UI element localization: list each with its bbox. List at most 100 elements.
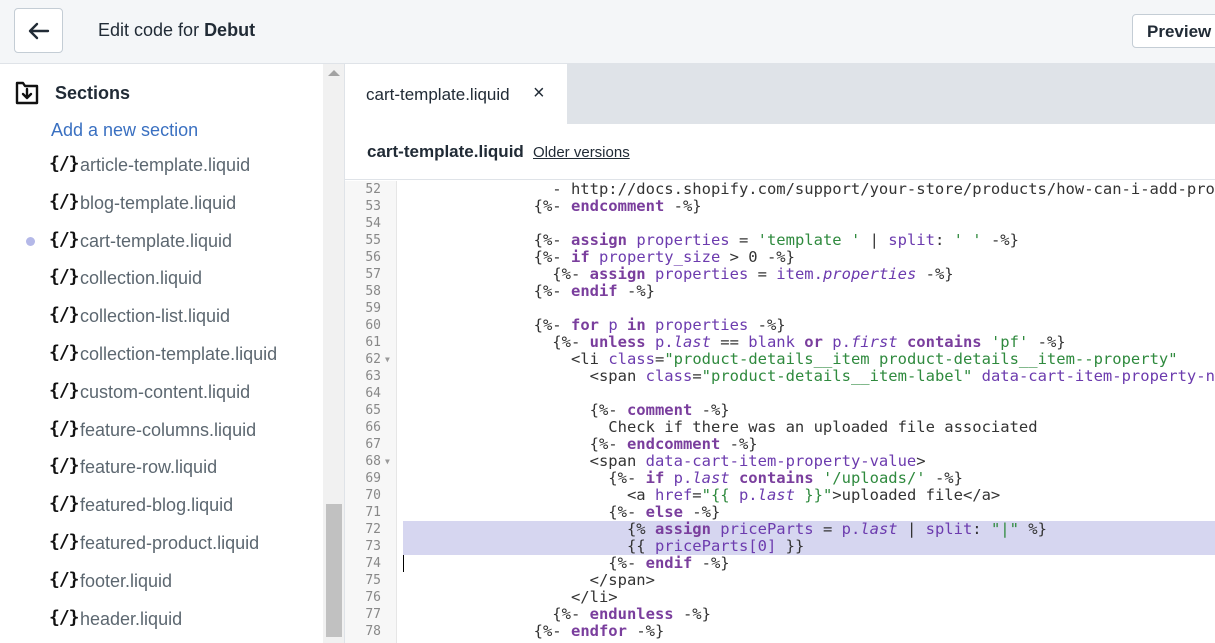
code-line[interactable]: 71 {%- else -%} [345,504,1215,521]
line-number: 73 [365,539,381,554]
code-line[interactable]: 65 {%- comment -%} [345,402,1215,419]
code-line[interactable]: 53 {%- endcomment -%} [345,198,1215,215]
code-line[interactable]: 59 [345,300,1215,317]
code-area[interactable]: 52 - http://docs.shopify.com/support/you… [345,181,1215,643]
code-text: - http://docs.shopify.com/support/your-s… [552,180,1215,198]
sidebar-file-item[interactable]: {/} footer.liquid [0,562,322,600]
active-file-dot-icon [26,236,35,246]
file-name-label: featured-product.liquid [80,532,260,553]
sidebar-file-item[interactable]: {/} cart-template.liquid [0,222,322,260]
code-file-icon: {/} [49,341,79,363]
file-name-label: feature-columns.liquid [80,419,257,440]
code-text: {%- comment -%} [403,401,730,419]
sidebar-file-item[interactable]: {/} featured-blog.liquid [0,486,322,524]
code-line[interactable]: 64 [345,385,1215,402]
file-name-label: header.liquid [80,608,183,629]
line-number: 63 [365,369,381,384]
code-text: </span> [403,571,655,589]
code-line[interactable]: 66 Check if there was an uploaded file a… [345,419,1215,436]
code-line[interactable]: 72 {% assign priceParts = p.last | split… [345,521,1215,538]
sidebar-file-item[interactable]: {/} collection-template.liquid [0,335,322,373]
code-text: <li class="product-details__item product… [403,350,1178,368]
file-name: cart-template.liquid [367,142,524,161]
code-line[interactable]: 77 {%- endunless -%} [345,606,1215,623]
scrollbar-thumb[interactable] [326,504,342,637]
file-name-label: blog-template.liquid [80,192,237,213]
sidebar-file-item[interactable]: {/} header.liquid [0,600,322,638]
code-text: {%- assign properties = item.properties … [403,265,954,283]
text-cursor [403,555,404,572]
sidebar-file-item[interactable]: {/} feature-columns.liquid [0,411,322,449]
tab-cart-template[interactable]: cart-template.liquid × [345,64,567,124]
code-file-icon: {/} [49,190,79,212]
code-line[interactable]: 60 {%- for p in properties -%} [345,317,1215,334]
code-text: {%- endunless -%} [403,605,711,623]
code-line[interactable]: 67 {%- endcomment -%} [345,436,1215,453]
code-line[interactable]: 54 [345,215,1215,232]
file-name-label: feature-row.liquid [80,457,218,478]
fold-arrow-icon[interactable]: ▼ [385,453,390,470]
line-number: 68 [365,454,381,469]
code-line[interactable]: 76 </li> [345,589,1215,606]
code-line[interactable]: 73 {{ priceParts[0] }} [345,538,1215,555]
code-file-icon: {/} [49,606,79,628]
code-line[interactable]: 58 {%- endif -%} [345,283,1215,300]
code-line[interactable]: 78 {%- endfor -%} [345,623,1215,640]
line-number: 61 [365,335,381,350]
code-line[interactable]: 63 <span class="product-details__item-la… [345,368,1215,385]
code-line[interactable]: 75 </span> [345,572,1215,589]
code-file-icon: {/} [49,568,79,590]
line-number: 71 [365,505,381,520]
line-number: 56 [365,250,381,265]
line-number: 53 [365,199,381,214]
code-text: {%- else -%} [403,503,721,521]
code-text: <a href="{{ p.last }}">uploaded file</a> [403,486,1001,504]
file-name-label: custom-content.liquid [80,381,251,402]
file-name-label: collection-list.liquid [80,306,231,327]
file-name-label: cart-template.liquid [80,230,233,251]
add-new-section-link[interactable]: Add a new section [51,120,198,141]
page-title: Edit code for Debut [98,20,256,40]
code-line[interactable]: 74 {%- endif -%} [345,555,1215,572]
code-line[interactable]: 55 {%- assign properties = 'template ' |… [345,232,1215,249]
section-file-list: {/} article-template.liquid {/} blog-templa… [0,146,322,637]
code-text: {%- endif -%} [403,554,730,572]
sidebar-file-item[interactable]: {/} article-template.liquid [0,146,322,184]
code-text: {%- for p in properties -%} [403,316,786,334]
code-text: {%- if p.last contains '/uploads/' -%} [403,469,963,487]
sidebar-file-item[interactable]: {/} blog-template.liquid [0,184,322,222]
scroll-up-arrow-icon[interactable] [328,70,340,76]
older-versions-link[interactable]: Older versions [533,144,630,161]
line-number: 59 [365,301,381,316]
code-line[interactable]: 69 {%- if p.last contains '/uploads/' -%… [345,470,1215,487]
code-line[interactable]: 62 ▼ <li class="product-details__item pro… [345,351,1215,368]
file-name-label: collection-template.liquid [80,343,278,364]
code-line[interactable]: 52 - http://docs.shopify.com/support/you… [345,181,1215,198]
code-line[interactable]: 56 {%- if property_size > 0 -%} [345,249,1215,266]
theme-name: Debut [204,20,256,40]
preview-button[interactable]: Preview [1132,14,1215,48]
back-button[interactable] [14,8,63,53]
code-line[interactable]: 61 {%- unless p.last == blank or p.first… [345,334,1215,351]
line-number: 77 [365,607,381,622]
line-number: 69 [365,471,381,486]
top-bar: Edit code for Debut Preview [0,0,1215,64]
sections-folder-header[interactable]: Sections [14,80,130,106]
code-line[interactable]: 57 {%- assign properties = item.properti… [345,266,1215,283]
line-number: 78 [365,624,381,639]
sidebar-scrollbar[interactable] [323,64,344,643]
close-icon[interactable]: × [533,82,545,105]
code-file-icon: {/} [49,379,79,401]
code-line[interactable]: 70 <a href="{{ p.last }}">uploaded file<… [345,487,1215,504]
sidebar-file-item[interactable]: {/} feature-row.liquid [0,448,322,486]
sidebar-file-item[interactable]: {/} custom-content.liquid [0,373,322,411]
sidebar-file-item[interactable]: {/} collection.liquid [0,259,322,297]
line-number: 74 [365,556,381,571]
sidebar-file-item[interactable]: {/} featured-product.liquid [0,524,322,562]
code-line[interactable]: 68 ▼ <span data-cart-item-property-value> [345,453,1215,470]
file-name-label: collection.liquid [80,268,203,289]
sidebar-file-item[interactable]: {/} collection-list.liquid [0,297,322,335]
fold-arrow-icon[interactable]: ▼ [385,351,390,368]
file-sidebar: Sections Add a new section {/} article-te… [0,64,345,643]
code-text: {%- assign properties = 'template ' | sp… [403,231,1019,249]
